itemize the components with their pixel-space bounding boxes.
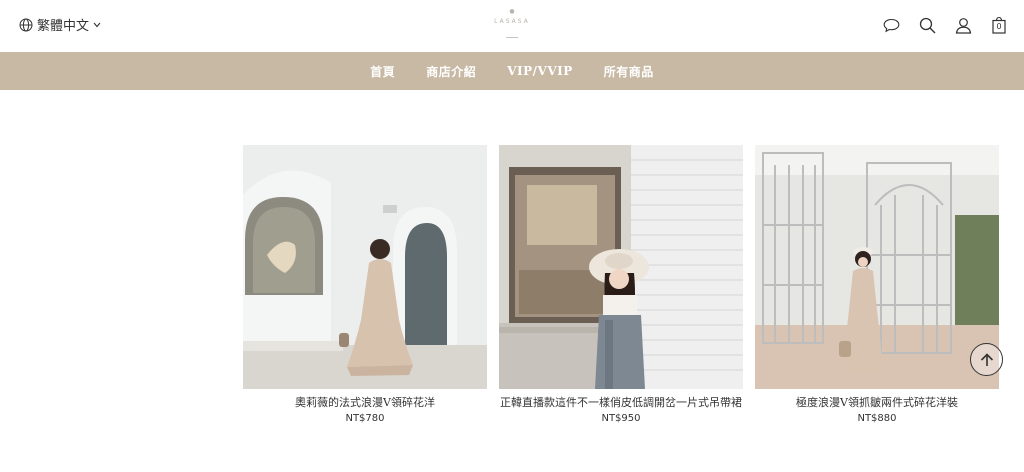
nav-item-about-store[interactable]: 商店介紹 [426,63,476,80]
search-button[interactable] [916,14,938,36]
nav-item-vip[interactable]: VIP/VVIP [507,64,573,78]
product-image[interactable] [243,145,487,389]
back-to-top-button[interactable] [970,343,1003,376]
product-name[interactable]: 正韓直播款這件不一樣俏皮低調開岔一片式吊帶裙 [499,396,743,410]
search-icon [919,17,935,33]
product-price: NT$780 [345,413,385,424]
product-name[interactable]: 極度浪漫V領抓皺兩件式碎花洋裝 [755,396,999,410]
arrow-up-icon [980,352,993,366]
user-icon [955,17,971,34]
site-logo[interactable]: ● LASASA [494,9,530,38]
cart-count-badge: 0 [996,22,1002,31]
product-price: NT$880 [857,413,897,424]
product-image[interactable] [755,145,999,389]
account-button[interactable] [952,14,974,36]
product-photo-illustration [755,145,999,389]
logo-text: LASASA [494,18,530,25]
product-card[interactable]: 正韓直播款這件不一樣俏皮低調開岔一片式吊帶裙 NT$950 [499,145,743,424]
globe-icon [19,18,33,31]
product-name[interactable]: 奧莉薇的法式浪漫V領碎花洋 [243,396,487,410]
logo-mark: ● [509,8,515,15]
product-price: NT$950 [601,413,641,424]
language-selector[interactable]: 繁體中文 [19,15,101,34]
site-header: 繁體中文 ● LASASA 0 [0,0,1024,52]
language-label: 繁體中文 [37,19,90,34]
chevron-down-icon [93,22,101,27]
product-grid: 奧莉薇的法式浪漫V領碎花洋 NT$780 正韓直播款這件不一樣俏皮低調開岔一片式… [243,145,999,424]
cart-button[interactable]: 0 [988,14,1010,36]
header-icons: 0 [880,14,1010,36]
product-card[interactable]: 奧莉薇的法式浪漫V領碎花洋 NT$780 [243,145,487,424]
product-card[interactable]: 極度浪漫V領抓皺兩件式碎花洋裝 NT$880 [755,145,999,424]
message-button[interactable] [880,14,902,36]
chat-bubble-icon [883,18,899,32]
product-photo-illustration [499,145,743,389]
product-image[interactable] [499,145,743,389]
logo-underline [505,37,518,38]
nav-item-all-products[interactable]: 所有商品 [604,63,654,80]
main-nav: 首頁 商店介紹 VIP/VVIP 所有商品 [0,52,1024,90]
product-photo-illustration [243,145,487,389]
nav-item-home[interactable]: 首頁 [370,63,395,80]
